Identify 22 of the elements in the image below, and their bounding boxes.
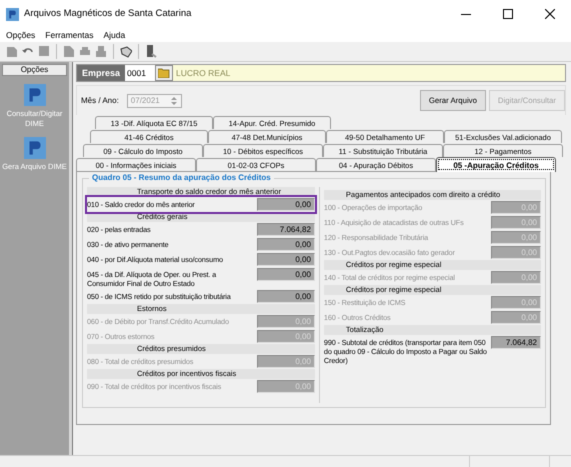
tab[interactable]: 05 -Apuração Créditos [436,157,556,172]
window-title: Arquivos Magnéticos de Santa Catarina [24,6,192,21]
maximize-icon[interactable] [503,9,513,19]
app-logo-icon [24,137,46,159]
value-field[interactable]: 0,00 [256,290,315,303]
value-field[interactable]: 0,00 [256,238,315,251]
sidebar-title: Opções [2,64,67,76]
value-field[interactable]: 7.064,82 [256,223,315,236]
spinner-icon [170,94,178,106]
close-icon[interactable] [545,9,555,19]
value-field[interactable]: 0,00 [256,268,315,281]
menu-item[interactable]: Ajuda [103,28,126,42]
value-field[interactable]: 0,00 [256,198,315,211]
menu-item[interactable]: Opções [6,28,36,42]
value-field[interactable]: 0,00 [256,253,315,266]
menu-item[interactable]: Ferramentas [45,28,94,42]
app-logo-icon [6,8,19,20]
exit-door-icon[interactable] [145,45,157,58]
period-label: Mês / Ano: [81,94,119,106]
value-field[interactable]: 7.064,82 [491,336,541,349]
app-logo-icon [24,84,46,106]
group-title: Quadro 05 - Resumo da apuração dos Créditos [89,173,274,183]
